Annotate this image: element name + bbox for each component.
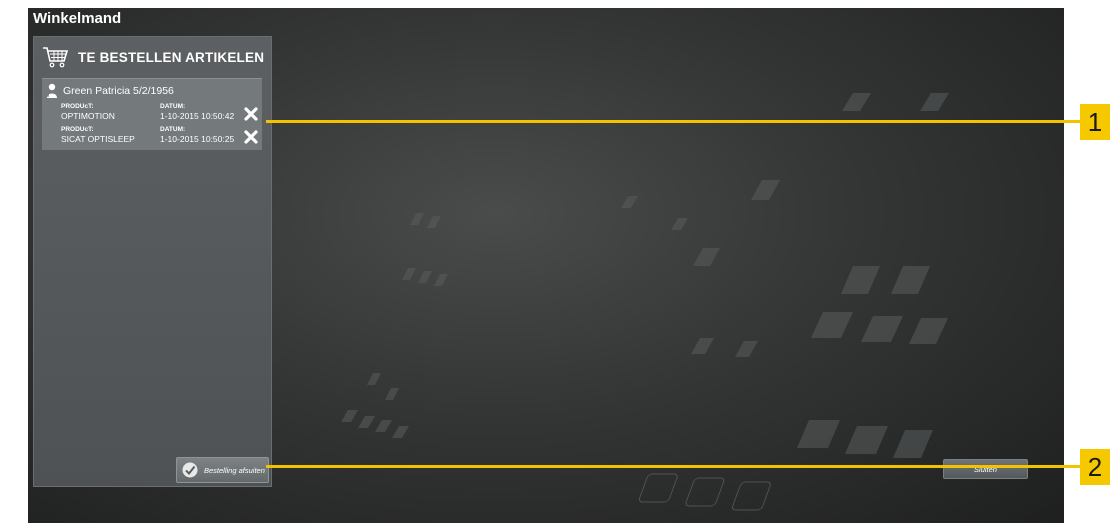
remove-order-button[interactable] — [243, 129, 259, 145]
complete-order-label: Bestelling afsuiten — [204, 465, 265, 475]
cart-panel-header: TE BESTELLEN ARTIKELEN — [42, 45, 264, 69]
date-value: 1-10-2015 10:50:42 — [160, 111, 235, 121]
callout-line-1 — [266, 120, 1080, 123]
date-label: DATUM: — [160, 103, 186, 110]
close-icon — [244, 130, 258, 144]
cart-title: TE BESTELLEN ARTIKELEN — [78, 49, 265, 65]
date-value: 1-10-2015 10:50:25 — [160, 134, 235, 144]
product-value: SICAT OPTISLEEP — [61, 134, 135, 144]
patient-row: Green Patricia 5/2/1956 — [46, 83, 174, 98]
callout-badge-2: 2 — [1080, 449, 1110, 485]
complete-order-button[interactable]: Bestelling afsuiten — [176, 457, 269, 483]
close-icon — [244, 107, 258, 121]
order-row: PRODUcT: SICAT OPTISLEEP DATUM: 1-10-201… — [42, 126, 262, 152]
product-value: OPTIMOTION — [61, 111, 115, 121]
remove-order-button[interactable] — [243, 106, 259, 122]
cart-icon — [43, 47, 68, 68]
cart-panel: TE BESTELLEN ARTIKELEN Green Patricia 5/… — [33, 36, 272, 487]
patient-icon — [47, 83, 57, 98]
callout-badge-1: 1 — [1080, 104, 1110, 140]
shopping-cart-window: Winkelmand TE BESTELLEN ARTIKELEN Green … — [28, 8, 1064, 523]
callout-line-2 — [266, 465, 1080, 468]
checkmark-icon — [182, 462, 198, 478]
patient-card: Green Patricia 5/2/1956 PRODUcT: OPTIMOT… — [42, 78, 262, 150]
product-label: PRODUcT: — [61, 103, 94, 110]
product-label: PRODUcT: — [61, 126, 94, 133]
window-title: Winkelmand — [33, 10, 122, 27]
close-button[interactable]: Sluiten — [943, 459, 1028, 479]
date-label: DATUM: — [160, 126, 186, 133]
patient-name: Green Patricia 5/2/1956 — [63, 84, 174, 97]
